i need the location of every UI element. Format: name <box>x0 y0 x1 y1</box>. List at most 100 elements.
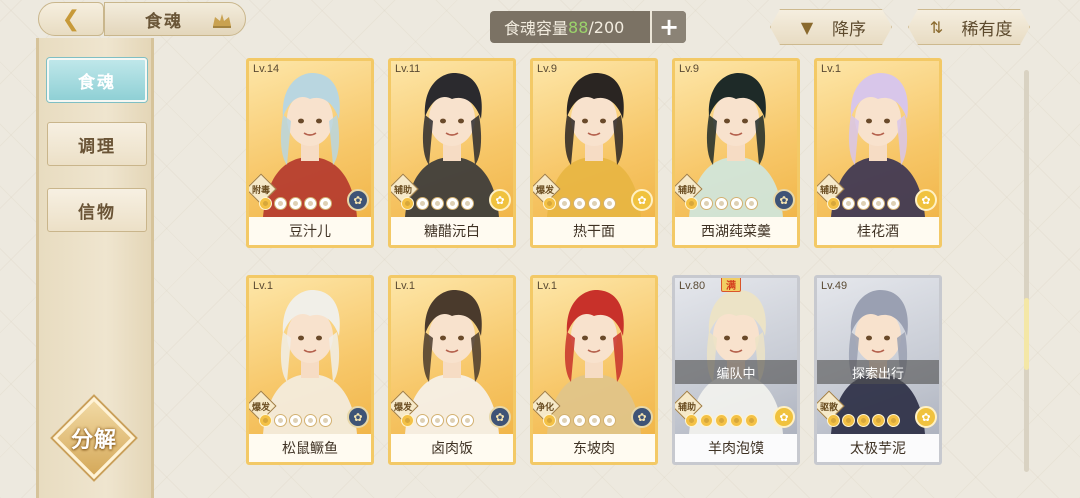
add-capacity-button[interactable]: + <box>650 11 686 43</box>
sidebar-item-tokens[interactable]: 信物 <box>47 188 147 232</box>
food-soul-card[interactable]: Lv.1 辅助 ✿ 桂花酒 <box>814 58 942 248</box>
food-soul-card[interactable]: Lv.49 探索出行 驱散 ✿ 太极芋泥 <box>814 275 942 465</box>
star-icon <box>588 414 601 427</box>
character-name: 豆汁儿 <box>289 224 331 240</box>
name-bar: 东坡肉 <box>533 434 655 462</box>
role-label: 爆发 <box>535 185 554 196</box>
food-soul-card[interactable]: Lv.1 爆发 ✿ 卤肉饭 <box>388 275 516 465</box>
star-icon <box>431 197 444 210</box>
character-name: 热干面 <box>573 224 615 240</box>
star-rating <box>827 414 900 427</box>
star-rating <box>685 197 758 210</box>
role-label: 爆发 <box>251 402 270 413</box>
role-label: 附毒 <box>251 185 270 196</box>
star-icon <box>730 197 743 210</box>
role-label: 净化 <box>535 402 554 413</box>
role-label: 辅助 <box>677 402 696 413</box>
star-icon <box>730 414 743 427</box>
character-name: 东坡肉 <box>573 441 615 457</box>
food-soul-card[interactable]: Lv.1 净化 ✿ 东坡肉 <box>530 275 658 465</box>
name-bar: 羊肉泡馍 <box>675 434 797 462</box>
star-icon <box>416 414 429 427</box>
star-icon <box>715 197 728 210</box>
star-icon <box>872 414 885 427</box>
star-icon <box>289 414 302 427</box>
star-icon <box>319 414 332 427</box>
star-icon <box>446 197 459 210</box>
star-rating <box>543 197 616 210</box>
star-icon <box>887 414 900 427</box>
sort-order-label: 降序 <box>832 19 866 40</box>
character-portrait: 满 Lv.80 编队中 辅助 ✿ <box>675 278 797 434</box>
star-icon <box>842 197 855 210</box>
moon-element-icon: ✿ <box>631 406 653 428</box>
star-icon <box>842 414 855 427</box>
sidebar-item-food-souls[interactable]: 食魂 <box>47 58 147 102</box>
star-icon <box>603 414 616 427</box>
sort-field-label: 稀有度 <box>961 19 1013 40</box>
star-icon <box>558 197 571 210</box>
food-soul-card[interactable]: Lv.14 附毒 ✿ 豆汁儿 <box>246 58 374 248</box>
level-label: Lv.1 <box>253 280 273 292</box>
sidebar-item-conditioning[interactable]: 调理 <box>47 122 147 166</box>
character-portrait: Lv.1 爆发 ✿ <box>249 278 371 434</box>
back-button[interactable]: ❮ <box>38 2 104 36</box>
level-label: Lv.9 <box>679 63 699 75</box>
status-label: 编队中 <box>716 366 756 382</box>
star-icon <box>259 414 272 427</box>
level-label: Lv.1 <box>537 280 557 292</box>
character-name: 松鼠鳜鱼 <box>282 441 338 457</box>
food-soul-card[interactable]: Lv.9 辅助 ✿ 西湖莼菜羹 <box>672 58 800 248</box>
star-icon <box>887 197 900 210</box>
level-label: Lv.14 <box>253 63 280 75</box>
star-icon <box>573 197 586 210</box>
name-bar: 豆汁儿 <box>249 217 371 245</box>
character-portrait: Lv.49 探索出行 驱散 ✿ <box>817 278 939 434</box>
character-name: 桂花酒 <box>857 224 899 240</box>
page-title: 食魂 <box>145 11 183 32</box>
star-icon <box>588 197 601 210</box>
star-icon <box>857 414 870 427</box>
star-icon <box>603 197 616 210</box>
food-soul-card[interactable]: 满 Lv.80 编队中 辅助 ✿ 羊肉泡馍 <box>672 275 800 465</box>
scrollbar[interactable] <box>1024 70 1029 472</box>
star-rating <box>259 414 332 427</box>
level-label: Lv.80 <box>679 280 706 292</box>
character-portrait: Lv.1 净化 ✿ <box>533 278 655 434</box>
sun-element-icon: ✿ <box>631 189 653 211</box>
max-level-badge: 满 <box>721 278 741 292</box>
level-label: Lv.9 <box>537 63 557 75</box>
crown-icon <box>213 14 231 28</box>
character-name: 西湖莼菜羹 <box>701 224 771 240</box>
star-icon <box>416 197 429 210</box>
status-label: 探索出行 <box>851 366 904 382</box>
star-icon <box>543 414 556 427</box>
status-overlay: 探索出行 <box>817 360 939 384</box>
level-label: Lv.1 <box>395 280 415 292</box>
decompose-button[interactable]: 分解 <box>52 396 136 480</box>
name-bar: 糖醋沅白 <box>391 217 513 245</box>
sort-field-button[interactable]: ⇅ 稀有度 <box>908 9 1030 45</box>
name-bar: 卤肉饭 <box>391 434 513 462</box>
star-icon <box>827 197 840 210</box>
character-name: 羊肉泡馍 <box>708 441 764 457</box>
character-name: 糖醋沅白 <box>424 224 480 240</box>
star-rating <box>259 197 332 210</box>
capacity-display: 食魂容量 88 /200 + <box>490 11 686 43</box>
capacity-label: 食魂容量 <box>504 19 569 38</box>
sun-element-icon: ✿ <box>915 406 937 428</box>
name-bar: 西湖莼菜羹 <box>675 217 797 245</box>
sort-order-button[interactable]: ▼ 降序 <box>770 9 892 45</box>
star-icon <box>745 197 758 210</box>
character-portrait: Lv.1 爆发 ✿ <box>391 278 513 434</box>
food-soul-card[interactable]: Lv.9 爆发 ✿ 热干面 <box>530 58 658 248</box>
scrollbar-thumb[interactable] <box>1024 298 1029 370</box>
star-icon <box>543 197 556 210</box>
food-soul-card[interactable]: Lv.1 爆发 ✿ 松鼠鳜鱼 <box>246 275 374 465</box>
food-soul-card[interactable]: Lv.11 辅助 ✿ 糖醋沅白 <box>388 58 516 248</box>
star-icon <box>685 197 698 210</box>
page-title-tab: 食魂 <box>104 2 246 36</box>
top-bar: ❮ 食魂 食魂容量 88 /200 + ▼ 降序 ⇅ 稀有度 <box>0 0 1080 44</box>
capacity-max: /200 <box>588 17 625 37</box>
role-label: 辅助 <box>393 185 412 196</box>
